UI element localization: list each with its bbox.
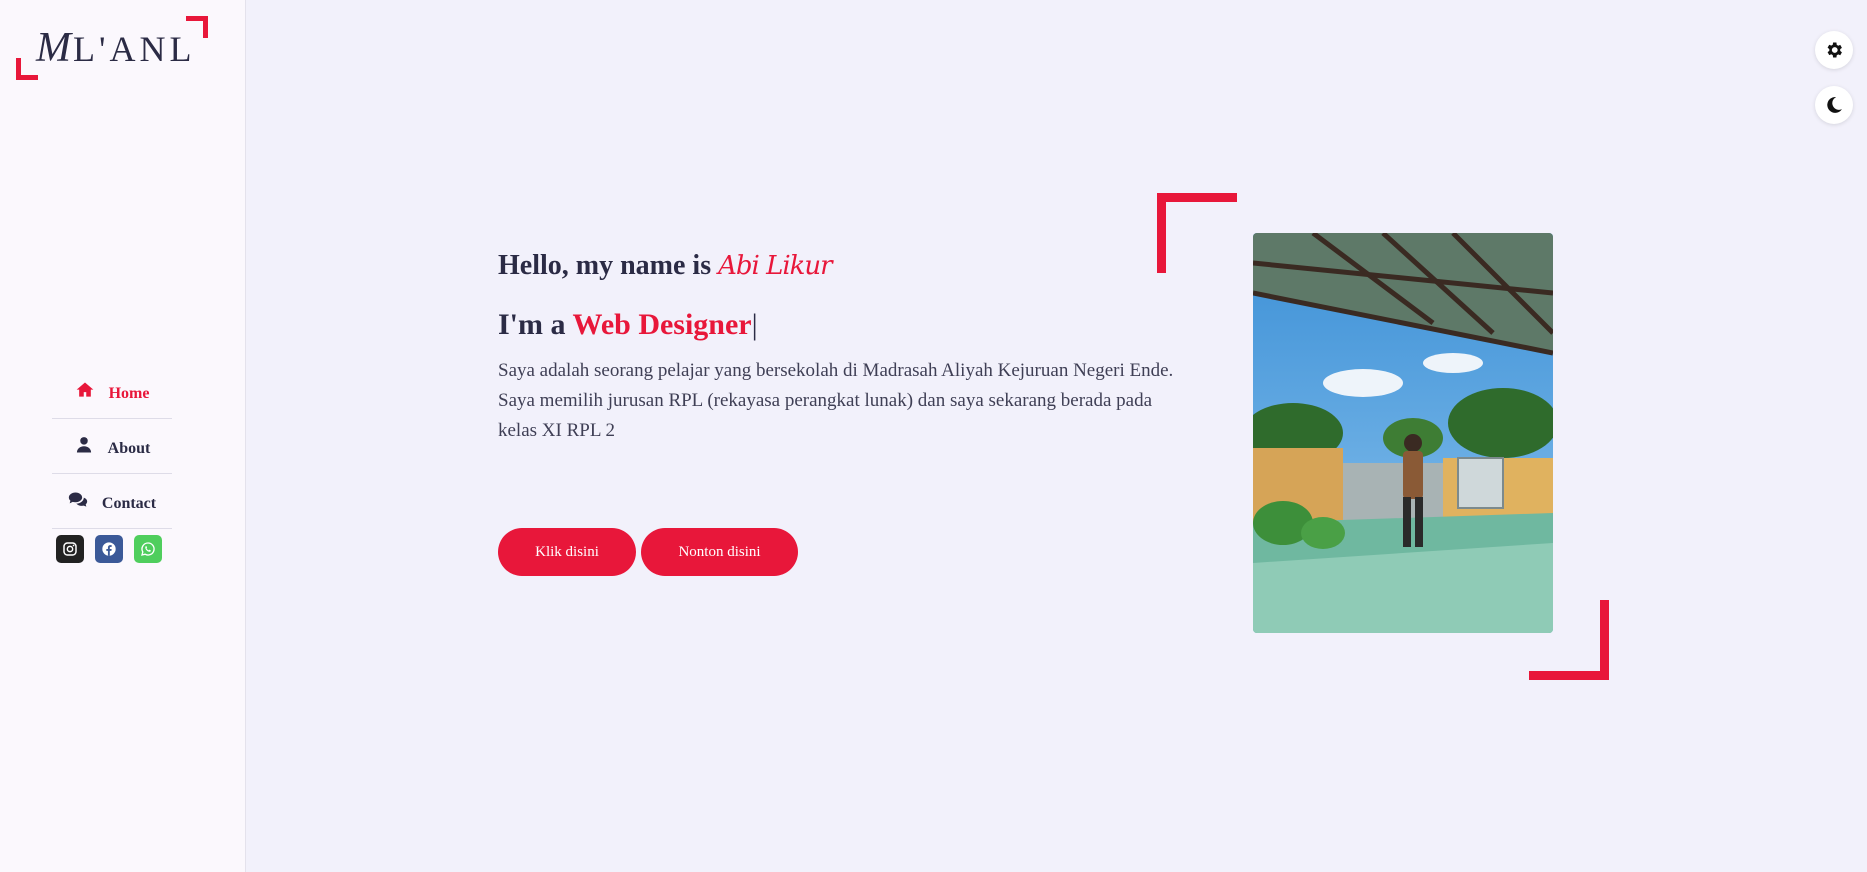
user-icon: [76, 437, 91, 453]
facebook-link[interactable]: [95, 535, 123, 563]
whatsapp-link[interactable]: [134, 535, 162, 563]
hero-section: Hello, my name is Abi Likur I'm a Web De…: [498, 250, 1178, 446]
sidebar: ML'ANL Home About Contact: [0, 0, 246, 872]
hero-name: Abi Likur: [718, 251, 833, 281]
settings-button[interactable]: [1815, 31, 1853, 69]
greeting: Hello, my name is Abi Likur: [498, 250, 833, 281]
hero-description: Saya adalah seorang pelajar yang berseko…: [498, 360, 1174, 441]
nav-item-about[interactable]: About: [52, 419, 172, 474]
instagram-link[interactable]: [56, 535, 84, 563]
gear-icon: [1827, 42, 1842, 58]
nav-item-home[interactable]: Home: [52, 364, 172, 419]
profile-photo: [1253, 233, 1553, 633]
klik-disini-button[interactable]: Klik disini: [498, 528, 636, 576]
instagram-icon: [63, 542, 77, 556]
role-heading: I'm a Web Designer|: [498, 308, 758, 341]
role-text: Web Designer: [572, 308, 752, 341]
hero-actions: Klik disini Nonton disini: [498, 528, 798, 576]
main-nav: Home About Contact: [52, 364, 172, 529]
social-links: [56, 535, 162, 563]
photo-frame-top-left: [1157, 193, 1237, 273]
home-icon: [76, 382, 93, 397]
nav-item-label: Contact: [101, 495, 157, 512]
moon-icon: [1827, 97, 1842, 113]
nav-item-contact[interactable]: Contact: [52, 474, 172, 529]
whatsapp-icon: [141, 542, 155, 556]
nav-item-label: Home: [108, 385, 150, 402]
nonton-disini-button[interactable]: Nonton disini: [641, 528, 798, 576]
theme-toggle-button[interactable]: [1815, 86, 1853, 124]
photo-illustration: [1253, 233, 1553, 633]
logo[interactable]: ML'ANL: [16, 16, 208, 80]
nav-item-label: About: [107, 440, 151, 457]
logo-corner-bottom-left: [16, 58, 38, 80]
logo-text: ML'ANL: [36, 25, 196, 71]
typing-cursor: |: [751, 308, 758, 341]
comments-icon: [68, 492, 88, 507]
facebook-icon: [102, 542, 116, 556]
